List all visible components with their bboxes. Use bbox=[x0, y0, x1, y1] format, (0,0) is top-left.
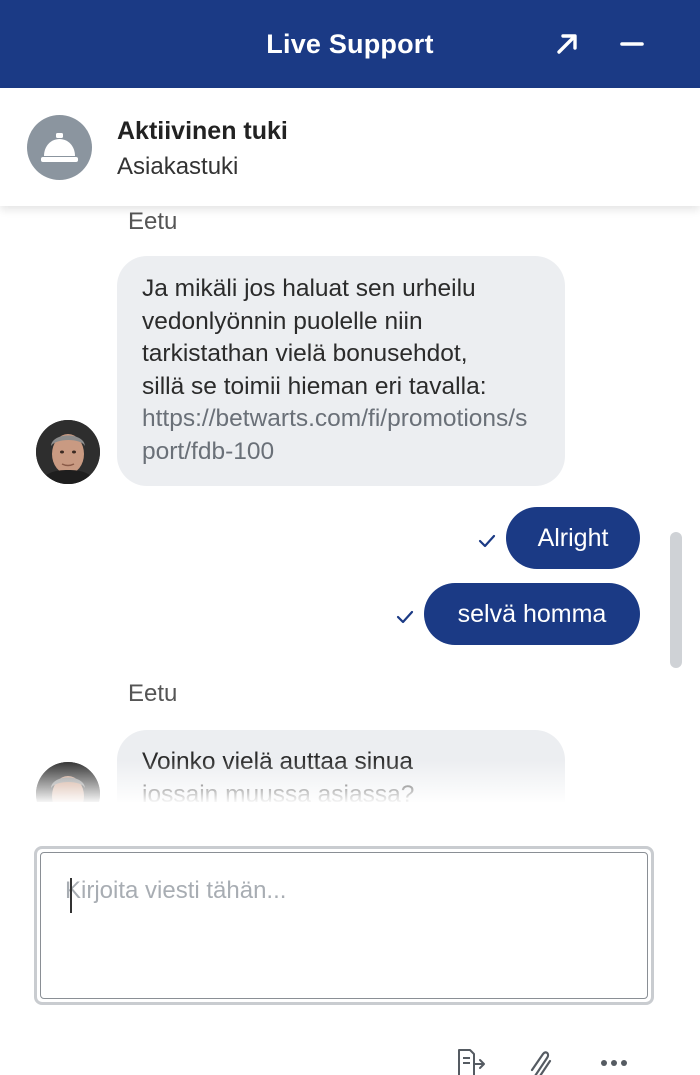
transcript-icon bbox=[458, 1049, 485, 1075]
agent-role: Asiakastuki bbox=[117, 153, 239, 180]
message-sender-name: Eetu bbox=[128, 208, 178, 235]
outgoing-message-bubble: selvä homma bbox=[424, 583, 640, 645]
arrow-expand-icon bbox=[557, 34, 577, 54]
text-caret bbox=[70, 878, 72, 913]
more-options-icon bbox=[601, 1060, 627, 1066]
header-title: Live Support bbox=[266, 28, 434, 59]
message-line: vedonlyönnin puolelle niin bbox=[142, 307, 423, 335]
agent-avatar bbox=[36, 420, 100, 484]
attach-file-button[interactable] bbox=[524, 1046, 560, 1075]
agent-avatar-photo-icon bbox=[36, 762, 100, 802]
more-options-button[interactable] bbox=[596, 1046, 632, 1075]
expand-button[interactable] bbox=[545, 22, 589, 66]
incoming-message-bubble: Ja mikäli jos haluat sen urheilu vedonly… bbox=[117, 256, 565, 486]
message-input-frame bbox=[40, 852, 648, 999]
message-line: jossain muussa asiassa? bbox=[142, 780, 415, 803]
message-line: Voinko vielä auttaa sinua bbox=[142, 748, 414, 775]
agent-avatar bbox=[36, 762, 100, 802]
message-list-scrollbar[interactable] bbox=[670, 532, 682, 668]
agent-avatar-photo-icon bbox=[36, 420, 100, 484]
service-bell-icon bbox=[41, 133, 78, 162]
message-input[interactable] bbox=[41, 853, 647, 998]
agent-info-bar: Aktiivinen tuki Asiakastuki bbox=[0, 88, 700, 206]
minimize-button[interactable] bbox=[610, 22, 654, 66]
message-composer bbox=[34, 846, 654, 1005]
transcript-button[interactable] bbox=[452, 1046, 488, 1075]
message-line: tarkistathan vielä bonusehdot, bbox=[142, 340, 468, 367]
paperclip-icon bbox=[530, 1051, 552, 1075]
incoming-message-bubble: Voinko vielä auttaa sinua jossain muussa… bbox=[117, 730, 565, 802]
agent-name: Aktiivinen tuki bbox=[117, 117, 288, 145]
minimize-icon bbox=[620, 42, 644, 46]
check-icon bbox=[396, 610, 414, 624]
message-list[interactable]: Eetu Ja mikäli jos haluat sen urheilu ve… bbox=[0, 206, 700, 802]
promotion-link[interactable]: https://betwarts.com/fi/promotions/sport… bbox=[142, 403, 539, 468]
outgoing-message-bubble: Alright bbox=[506, 507, 640, 569]
chat-header: Live Support bbox=[0, 0, 700, 88]
message-sender-name: Eetu bbox=[128, 680, 178, 707]
message-line: sillä se toimii hieman eri tavalla: bbox=[142, 372, 487, 400]
agent-icon-circle bbox=[27, 115, 92, 180]
message-line: Ja mikäli jos haluat sen urheilu bbox=[142, 275, 476, 302]
check-icon bbox=[478, 534, 496, 548]
live-support-widget: Live Support Aktiivinen tuki Asiakastuki bbox=[0, 0, 700, 1075]
